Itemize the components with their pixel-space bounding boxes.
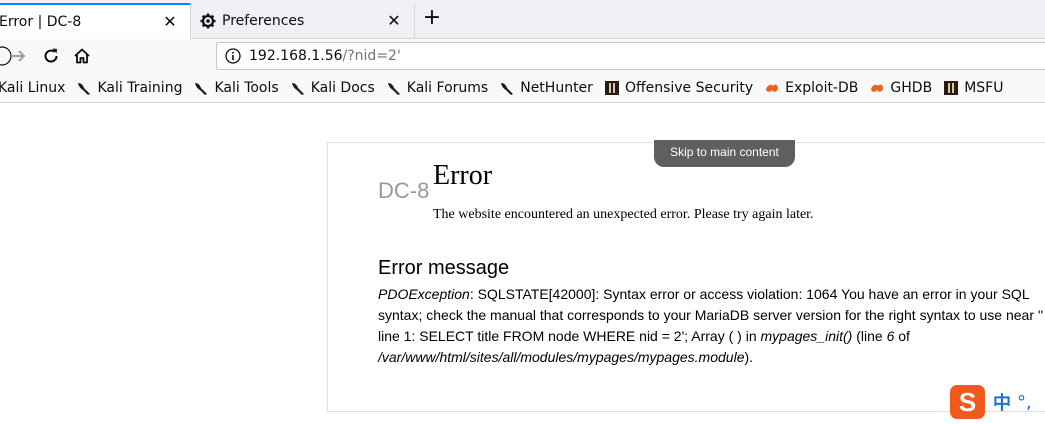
message-text: of <box>894 328 910 344</box>
bookmark-label: Exploit-DB <box>785 80 859 96</box>
exploitdb-icon <box>766 84 779 92</box>
tab-title: Error | DC-8 <box>0 14 82 30</box>
tab-error-dc8[interactable]: Error | DC-8 ✕ <box>0 3 191 39</box>
function-name: mypages_init() <box>760 328 853 344</box>
bookmark-label: Kali Forums <box>406 80 489 96</box>
bookmark-msfu[interactable]: MSFU <box>943 80 1003 96</box>
exploitdb-icon <box>871 84 884 92</box>
info-icon[interactable] <box>225 48 241 64</box>
url-host: 192.168.1.56 <box>249 48 343 64</box>
bookmark-kali-tools[interactable]: Kali Tools <box>193 80 279 96</box>
gear-icon <box>200 13 216 28</box>
sogou-logo-icon: S <box>950 385 985 419</box>
home-icon[interactable] <box>72 46 92 66</box>
bookmark-ghdb[interactable]: GHDB <box>869 80 932 96</box>
close-tab-icon[interactable]: ✕ <box>162 14 178 30</box>
bookmark-label: MSFU <box>964 80 1004 96</box>
kali-icon <box>387 83 400 95</box>
forward-icon[interactable] <box>8 46 28 66</box>
bookmark-nethunter[interactable]: NetHunter <box>499 80 593 96</box>
close-tab-icon[interactable]: ✕ <box>386 12 402 29</box>
page-title: Error <box>433 160 493 191</box>
bookmark-label: NetHunter <box>520 80 593 96</box>
input-method-widget[interactable]: S 中 °, <box>950 384 1045 420</box>
tab-preferences[interactable]: Preferences ✕ <box>190 3 415 38</box>
chinese-mode-label[interactable]: 中 <box>993 389 1011 415</box>
bookmark-label: Kali Docs <box>310 80 375 96</box>
bookmark-label: Kali Tools <box>214 80 279 96</box>
bookmark-label: GHDB <box>890 80 933 96</box>
kali-icon <box>195 83 208 95</box>
exception-name: PDOException <box>378 286 470 302</box>
offsec-icon <box>944 81 959 95</box>
navigation-bar: 192.168.1.56/?nid=2' <box>0 39 1045 74</box>
site-name[interactable]: DC-8 <box>378 178 429 204</box>
bookmark-label: Kali Training <box>97 80 183 96</box>
error-message-body: PDOException: SQLSTATE[42000]: Syntax er… <box>378 284 1045 368</box>
message-text: (line <box>852 328 887 344</box>
kali-icon <box>78 83 91 95</box>
message-text: ). <box>744 349 754 365</box>
bookmark-kali-forums[interactable]: Kali Forums <box>386 80 488 96</box>
url-path: /?nid=2' <box>342 48 401 64</box>
tab-title: Preferences <box>222 12 305 29</box>
bookmark-offensive-security[interactable]: Offensive Security <box>604 80 753 96</box>
new-tab-button[interactable]: + <box>421 7 443 30</box>
bookmark-label: Offensive Security <box>624 80 754 96</box>
error-description: The website encountered an unexpected er… <box>433 207 814 222</box>
kali-icon <box>501 83 514 95</box>
skip-to-main-content-link[interactable]: Skip to main content <box>654 140 795 167</box>
bookmark-kali-docs[interactable]: Kali Docs <box>290 80 375 96</box>
url-bar[interactable]: 192.168.1.56/?nid=2' <box>216 42 1045 70</box>
error-message-heading: Error message <box>378 257 510 279</box>
kali-icon <box>291 83 304 95</box>
page-content <box>0 103 1045 424</box>
punctuation-mode-label[interactable]: °, <box>1017 392 1032 413</box>
offsec-icon <box>604 81 619 95</box>
bookmark-kali-linux[interactable]: Kali Linux <box>0 80 65 96</box>
message-text: : SQLSTATE[42000]: Syntax error or acces… <box>378 286 1045 344</box>
tab-strip: Error | DC-8 ✕ Preferences ✕ + <box>0 0 1045 39</box>
file-path: /var/www/html/sites/all/modules/mypages/… <box>378 349 745 365</box>
bookmark-kali-training[interactable]: Kali Training <box>76 80 182 96</box>
bookmark-exploit-db[interactable]: Exploit-DB <box>764 80 858 96</box>
bookmarks-toolbar: Kali Linux Kali Training Kali Tools Kali… <box>0 74 1045 103</box>
bookmark-label: Kali Linux <box>0 80 66 96</box>
reload-icon[interactable] <box>41 46 61 66</box>
